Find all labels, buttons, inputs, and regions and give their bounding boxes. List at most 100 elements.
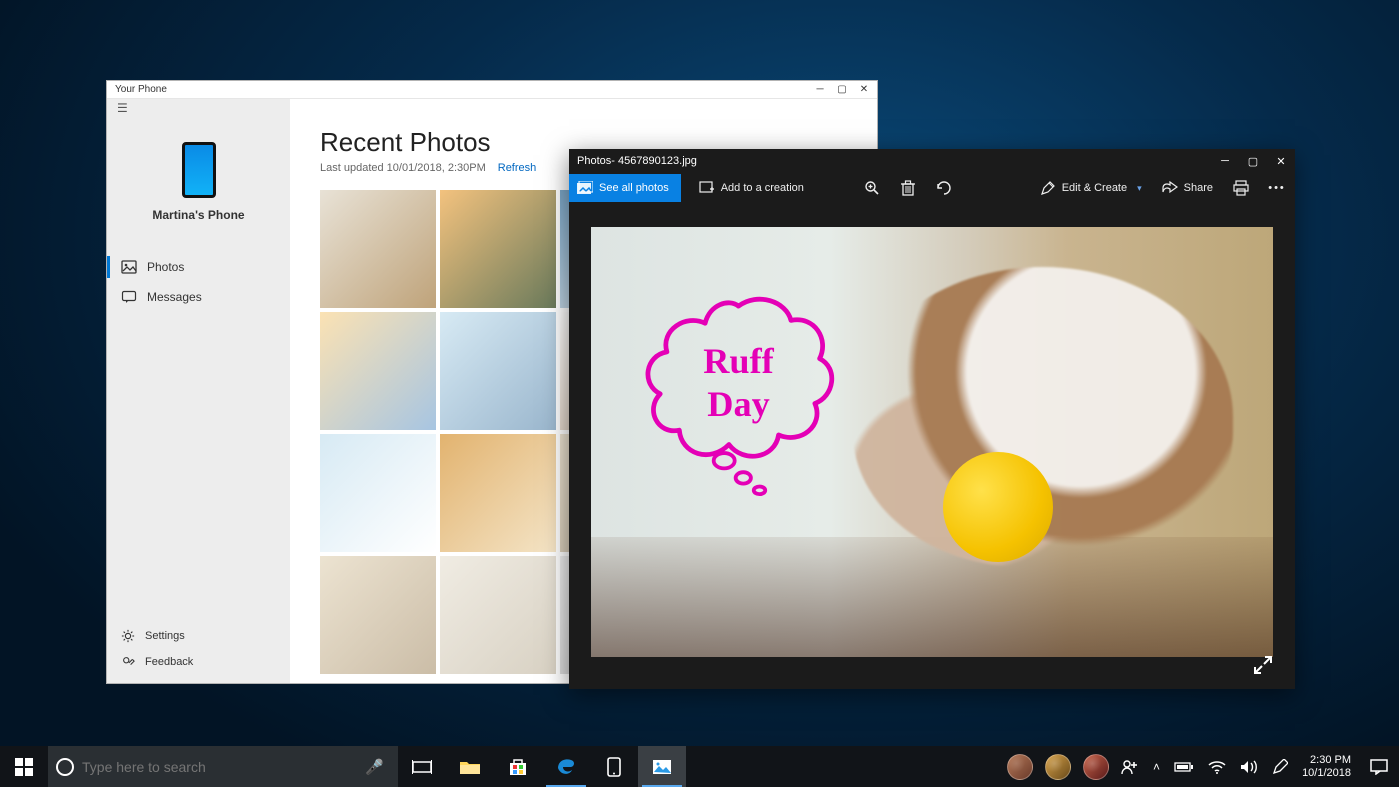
folder-icon — [459, 758, 481, 776]
people-avatar[interactable] — [1083, 754, 1109, 780]
sidebar-item-label: Feedback — [145, 656, 193, 668]
rotate-icon — [935, 180, 953, 196]
edit-create-button[interactable]: Edit & Create ▾ — [1030, 174, 1152, 202]
hamburger-icon[interactable]: ☰ — [107, 99, 290, 117]
photos-viewer-window: Photos- 4567890123.jpg ─ ▢ ✕ See all pho… — [569, 149, 1295, 689]
taskbar-search[interactable]: 🎤 — [48, 746, 398, 787]
phone-icon — [607, 757, 621, 777]
photos-taskbar-button[interactable] — [638, 746, 686, 787]
photo-canvas: Ruff Day — [569, 203, 1295, 689]
rotate-button[interactable] — [926, 174, 962, 202]
photos-titlebar: Photos- 4567890123.jpg ─ ▢ ✕ — [569, 149, 1295, 173]
messages-icon — [121, 289, 137, 305]
share-icon — [1162, 181, 1178, 195]
more-button[interactable]: ••• — [1259, 174, 1295, 202]
share-label: Share — [1184, 182, 1213, 194]
phone-summary: Martina's Phone — [107, 117, 290, 234]
your-phone-titlebar: Your Phone ─ ▢ ✕ — [107, 81, 877, 99]
people-avatar[interactable] — [1007, 754, 1033, 780]
photo-thumbnail[interactable] — [320, 190, 436, 308]
expand-icon — [1253, 655, 1273, 675]
minimize-button[interactable]: ─ — [1211, 149, 1239, 173]
photo-thumbnail[interactable] — [440, 556, 556, 674]
system-tray: ˄ — [1115, 746, 1294, 787]
collection-icon — [577, 181, 593, 195]
print-icon — [1233, 180, 1249, 196]
last-updated-label: Last updated 10/01/2018, 2:30PM — [320, 162, 486, 174]
task-view-icon — [412, 759, 432, 775]
search-input[interactable] — [82, 759, 357, 775]
window-buttons: ─ ▢ ✕ — [809, 81, 875, 98]
microsoft-store-button[interactable] — [494, 746, 542, 787]
zoom-button[interactable] — [854, 174, 890, 202]
photo-thumbnail[interactable] — [320, 434, 436, 552]
see-all-photos-label: See all photos — [599, 182, 669, 194]
ink-workspace-icon[interactable] — [1272, 759, 1288, 775]
yellow-ball — [943, 452, 1053, 562]
sidebar-item-feedback[interactable]: Feedback — [107, 649, 290, 675]
edit-icon — [1040, 180, 1056, 196]
add-to-creation-button[interactable]: Add to a creation — [689, 174, 814, 202]
share-button[interactable]: Share — [1152, 174, 1223, 202]
close-button[interactable]: ✕ — [853, 81, 875, 98]
taskbar-clock[interactable]: 2:30 PM 10/1/2018 — [1294, 746, 1359, 787]
photo-thumbnail[interactable] — [440, 190, 556, 308]
taskbar: 🎤 ˄ 2:30 PM — [0, 746, 1399, 787]
sidebar-item-label: Messages — [147, 290, 202, 304]
annotation-line1: Ruff — [703, 341, 774, 381]
sidebar-item-settings[interactable]: Settings — [107, 623, 290, 649]
start-button[interactable] — [0, 746, 48, 787]
creation-icon — [699, 181, 715, 195]
zoom-icon — [864, 180, 880, 196]
tray-overflow-icon[interactable]: ˄ — [1153, 760, 1160, 774]
see-all-photos-button[interactable]: See all photos — [569, 174, 681, 202]
notification-icon — [1370, 759, 1388, 775]
your-phone-taskbar-button[interactable] — [590, 746, 638, 787]
ink-annotation: Ruff Day — [631, 287, 846, 497]
photos-toolbar: See all photos Add to a creation Edit & … — [569, 173, 1295, 203]
photo-thumbnail[interactable] — [320, 312, 436, 430]
file-explorer-button[interactable] — [446, 746, 494, 787]
edge-button[interactable] — [542, 746, 590, 787]
photo-thumbnail[interactable] — [440, 434, 556, 552]
refresh-link[interactable]: Refresh — [498, 162, 537, 174]
people-avatar[interactable] — [1045, 754, 1071, 780]
fullscreen-button[interactable] — [1253, 655, 1273, 675]
minimize-button[interactable]: ─ — [809, 81, 831, 98]
add-to-creation-label: Add to a creation — [721, 182, 804, 194]
battery-icon[interactable] — [1174, 761, 1194, 773]
photo-icon — [121, 259, 137, 275]
photo-thumbnail[interactable] — [440, 312, 556, 430]
annotation-line2: Day — [707, 384, 769, 424]
feedback-icon — [121, 655, 135, 669]
sidebar-nav: Photos Messages — [107, 252, 290, 312]
window-buttons: ─ ▢ ✕ — [1211, 149, 1295, 173]
your-phone-sidebar: ☰ Martina's Phone Photos Messages — [107, 99, 290, 683]
edge-icon — [555, 756, 577, 778]
maximize-button[interactable]: ▢ — [831, 81, 853, 98]
sidebar-item-messages[interactable]: Messages — [107, 282, 290, 312]
photos-window-title: Photos- 4567890123.jpg — [577, 155, 697, 167]
microphone-icon[interactable]: 🎤 — [365, 758, 384, 776]
clock-date: 10/1/2018 — [1302, 767, 1351, 780]
your-phone-title: Your Phone — [115, 84, 167, 95]
wifi-icon[interactable] — [1208, 760, 1226, 774]
gear-icon — [121, 629, 135, 643]
windows-logo-icon — [15, 758, 33, 776]
sidebar-item-photos[interactable]: Photos — [107, 252, 290, 282]
volume-icon[interactable] — [1240, 760, 1258, 774]
sidebar-item-label: Photos — [147, 260, 184, 274]
delete-button[interactable] — [890, 174, 926, 202]
maximize-button[interactable]: ▢ — [1239, 149, 1267, 173]
photos-app-icon — [652, 759, 672, 775]
action-center-button[interactable] — [1359, 746, 1399, 787]
close-button[interactable]: ✕ — [1267, 149, 1295, 173]
ellipsis-icon: ••• — [1268, 182, 1286, 194]
print-button[interactable] — [1223, 174, 1259, 202]
task-view-button[interactable] — [398, 746, 446, 787]
photo-image[interactable]: Ruff Day — [591, 227, 1273, 657]
photo-thumbnail[interactable] — [320, 556, 436, 674]
trash-icon — [901, 180, 915, 196]
people-icon[interactable] — [1121, 759, 1139, 775]
phone-name-label: Martina's Phone — [107, 208, 290, 222]
